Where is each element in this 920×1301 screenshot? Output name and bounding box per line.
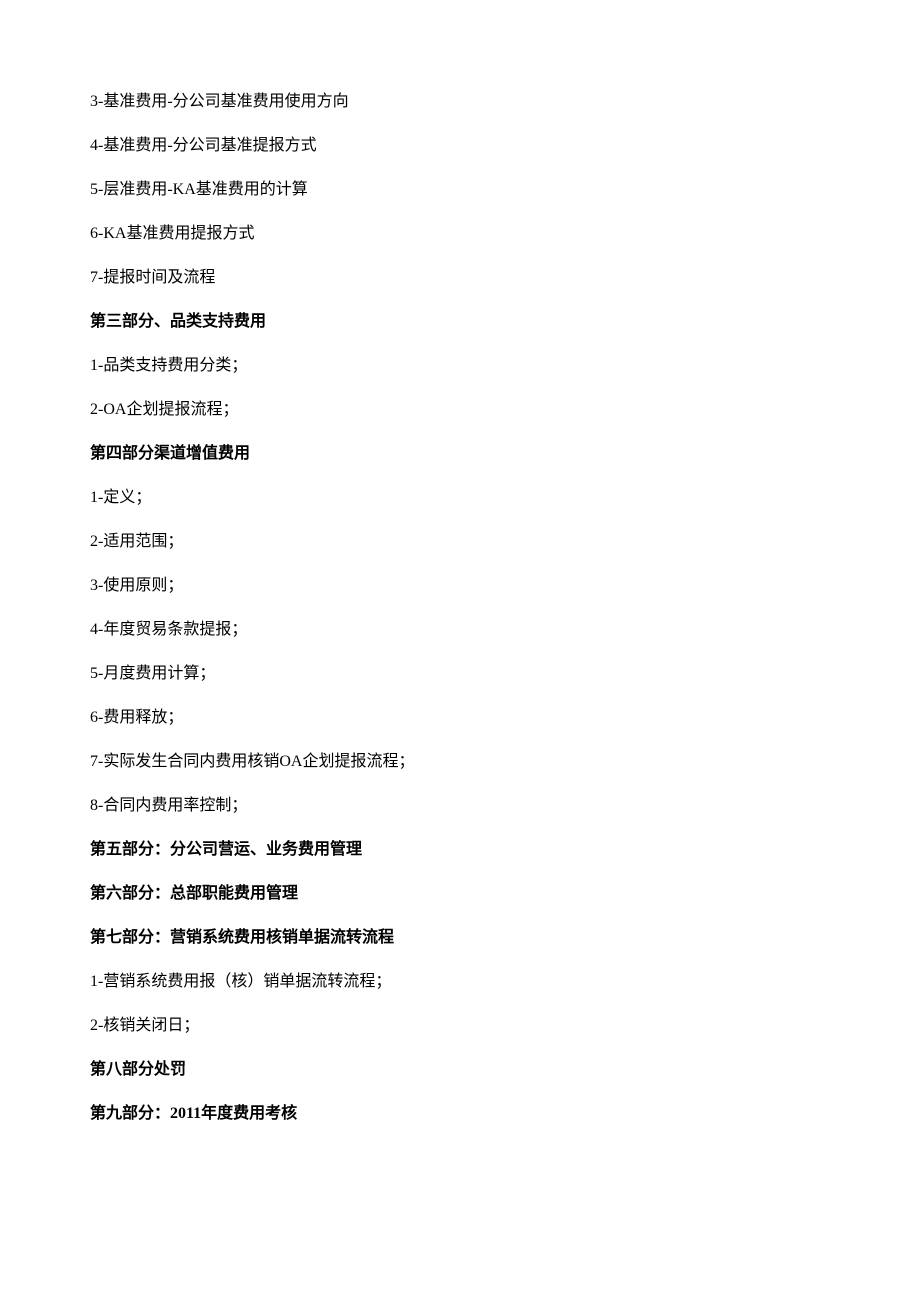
section-4-item-8: 8-合同内费用率控制； bbox=[90, 794, 830, 818]
section-8-heading: 第八部分处罚 bbox=[90, 1058, 830, 1082]
section-7-item-1: 1-营销系统费用报（核）销单据流转流程； bbox=[90, 970, 830, 994]
section-7-heading: 第七部分：营销系统费用核销单据流转流程 bbox=[90, 926, 830, 950]
section-3-heading: 第三部分、品类支持费用 bbox=[90, 310, 830, 334]
line-item-6: 6-KA基准费用提报方式 bbox=[90, 222, 830, 246]
section-6-heading: 第六部分：总部职能费用管理 bbox=[90, 882, 830, 906]
line-item-5: 5-层准费用-KA基准费用的计算 bbox=[90, 178, 830, 202]
section-4-heading: 第四部分渠道增值费用 bbox=[90, 442, 830, 466]
section-3-item-2: 2-OA企划提报流程； bbox=[90, 398, 830, 422]
section-9-heading: 第九部分：2011年度费用考核 bbox=[90, 1102, 830, 1126]
section-4-item-6: 6-费用释放； bbox=[90, 706, 830, 730]
section-4-item-7: 7-实际发生合同内费用核销OA企划提报流程； bbox=[90, 750, 830, 774]
section-4-item-4: 4-年度贸易条款提报； bbox=[90, 618, 830, 642]
line-item-4: 4-基准费用-分公司基准提报方式 bbox=[90, 134, 830, 158]
section-4-item-2: 2-适用范围； bbox=[90, 530, 830, 554]
line-item-3: 3-基准费用-分公司基准费用使用方向 bbox=[90, 90, 830, 114]
section-4-item-3: 3-使用原则； bbox=[90, 574, 830, 598]
section-4-item-5: 5-月度费用计算； bbox=[90, 662, 830, 686]
section-5-heading: 第五部分：分公司营运、业务费用管理 bbox=[90, 838, 830, 862]
section-4-item-1: 1-定义； bbox=[90, 486, 830, 510]
section-7-item-2: 2-核销关闭日； bbox=[90, 1014, 830, 1038]
section-3-item-1: 1-品类支持费用分类； bbox=[90, 354, 830, 378]
line-item-7: 7-提报时间及流程 bbox=[90, 266, 830, 290]
